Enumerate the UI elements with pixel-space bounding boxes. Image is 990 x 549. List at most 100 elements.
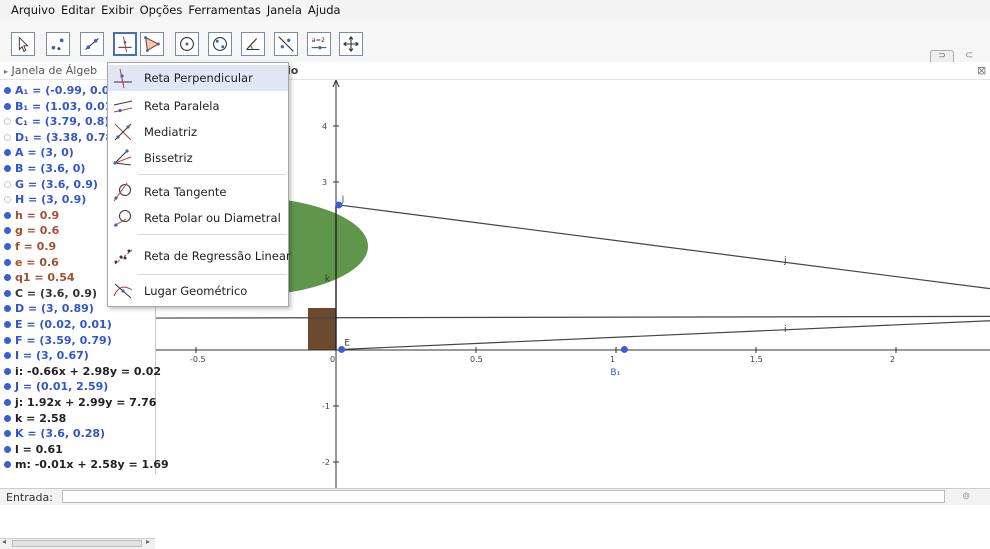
algebra-item-text: f = 0.9: [15, 240, 57, 253]
perpendicular-bisector-icon: [114, 123, 132, 141]
algebra-item[interactable]: k = 2.58: [0, 412, 155, 426]
x-tick-label: 0: [330, 355, 335, 364]
algebra-item[interactable]: l = 0.61: [0, 443, 155, 457]
visible-dot-icon[interactable]: [4, 383, 11, 391]
conic-tool-button[interactable]: [208, 32, 232, 56]
visible-dot-icon[interactable]: [4, 445, 11, 453]
algebra-item[interactable]: J = (0.01, 2.59): [0, 380, 155, 394]
menu-editar[interactable]: Editar: [58, 3, 98, 17]
visible-dot-icon[interactable]: [4, 149, 11, 157]
menu-item-polar-line[interactable]: Reta Polar ou Diametral: [108, 205, 288, 231]
algebra-item-text: F = (3.59, 0.79): [15, 333, 112, 347]
visible-dot-icon[interactable]: [4, 399, 11, 406]
line-tool-button[interactable]: [80, 32, 104, 56]
algebra-item-text: B = (3.6, 0): [15, 162, 86, 175]
close-view-icon[interactable]: ⊠: [977, 62, 986, 79]
reflect-tool-button[interactable]: [274, 32, 298, 56]
y-tick-label: 4: [322, 122, 327, 131]
menu-separator: [138, 174, 286, 175]
menu-item-label: Reta Paralela: [144, 99, 220, 113]
algebra-item[interactable]: j: 1.92x + 2.99y = 7.76: [0, 396, 156, 410]
point-label: B₁: [610, 368, 620, 378]
regression-line-icon: [114, 249, 133, 265]
menu-item-label: Mediatriz: [144, 125, 198, 139]
visible-dot-icon[interactable]: [4, 211, 11, 219]
perpendicular-line-tool-button[interactable]: [113, 32, 137, 56]
menu-janela[interactable]: Janela: [264, 3, 305, 17]
move-view-tool-button[interactable]: [339, 32, 363, 56]
visible-dot-icon[interactable]: [4, 165, 11, 172]
algebra-item[interactable]: i: -0.66x + 2.98y = 0.02: [0, 365, 161, 379]
menu-item-perpendicular-line[interactable]: Reta Perpendicular: [108, 65, 288, 91]
perpendicular-line-icon: [114, 68, 132, 89]
visible-dot-icon[interactable]: [4, 258, 11, 266]
angle-tool-button[interactable]: [241, 32, 265, 56]
menu-item-label: Reta Polar ou Diametral: [144, 211, 281, 225]
algebra-item[interactable]: E = (0.02, 0.01): [0, 318, 155, 332]
hidden-dot-icon[interactable]: [4, 196, 11, 204]
algebra-item-text: C = (3.6, 0.9): [15, 286, 97, 300]
algebra-item-text: B₁ = (1.03, 0.01: [15, 99, 113, 113]
menu-ferramentas[interactable]: Ferramentas: [185, 3, 263, 17]
visible-dot-icon[interactable]: [4, 102, 11, 110]
line-i[interactable]: [341, 320, 990, 351]
algebra-item[interactable]: K = (3.6, 0.28): [0, 427, 155, 441]
hidden-dot-icon[interactable]: [4, 133, 11, 141]
algebra-horizontal-scrollbar[interactable]: ◂ ▸: [0, 537, 155, 549]
input-field[interactable]: [62, 490, 945, 503]
redo-button[interactable]: ⊂: [965, 50, 973, 61]
x-tick-label: 2: [890, 355, 895, 364]
menu-item-locus[interactable]: Lugar Geométrico: [108, 277, 288, 304]
visible-dot-icon[interactable]: [4, 336, 11, 344]
move-tool-button[interactable]: [11, 32, 35, 56]
line-j[interactable]: [338, 204, 990, 290]
polygon-tool-button[interactable]: [140, 32, 164, 56]
slider-tool-button[interactable]: a=2: [307, 32, 331, 56]
line-m[interactable]: [156, 315, 990, 319]
visible-dot-icon[interactable]: [4, 289, 11, 297]
visible-dot-icon[interactable]: [4, 227, 11, 235]
visible-dot-icon[interactable]: [4, 461, 11, 469]
move-view-tool-icon: [343, 36, 359, 52]
visible-dot-icon[interactable]: [4, 352, 11, 360]
scroll-left-icon[interactable]: ◂: [2, 537, 6, 546]
menu-ajuda[interactable]: Ajuda: [305, 3, 344, 17]
visible-dot-icon[interactable]: [4, 414, 11, 422]
visible-dot-icon[interactable]: [4, 305, 11, 313]
parallel-line-icon: [113, 100, 133, 113]
visible-dot-icon[interactable]: [4, 274, 11, 282]
scroll-right-icon[interactable]: ▸: [146, 537, 150, 546]
x-tick-label: 1.5: [750, 355, 763, 364]
tree-trunk: [308, 308, 336, 350]
menu-item-angle-bisector[interactable]: Bissetriz: [108, 145, 288, 171]
menu-item-regression-line[interactable]: Reta de Regressão Linear: [108, 241, 291, 271]
menu-item-tangent-line[interactable]: Reta Tangente: [108, 179, 288, 205]
visible-dot-icon[interactable]: [4, 321, 11, 328]
point-b1[interactable]: [620, 345, 628, 353]
input-help-icon[interactable]: ⊚: [962, 491, 970, 502]
algebra-view-title: Janela de Álgeb: [11, 64, 98, 77]
menu-arquivo[interactable]: Arquivo: [0, 3, 58, 17]
menu-item-parallel-line[interactable]: Reta Paralela: [108, 93, 288, 119]
algebra-item[interactable]: F = (3.59, 0.79): [0, 334, 155, 348]
menu-opcoes[interactable]: Opções: [137, 3, 186, 17]
hidden-dot-icon[interactable]: [4, 118, 11, 126]
algebra-item-text: e = 0.6: [15, 255, 59, 269]
circle-tool-button[interactable]: [175, 32, 199, 56]
algebra-item-text: l = 0.61: [15, 442, 63, 456]
menu-item-perpendicular-bisector[interactable]: Mediatriz: [108, 119, 288, 145]
visible-dot-icon[interactable]: [4, 430, 11, 438]
menu-exibir[interactable]: Exibir: [98, 3, 137, 17]
algebra-item-text: D = (3, 0.89): [15, 302, 94, 316]
point-tool-button[interactable]: [46, 32, 70, 56]
conic-tool-icon: [213, 37, 227, 51]
visible-dot-icon[interactable]: [4, 367, 11, 375]
algebra-item[interactable]: m: -0.01x + 2.58y = 1.69: [0, 458, 169, 472]
scrollbar-thumb[interactable]: [12, 540, 142, 547]
visible-dot-icon[interactable]: [4, 243, 11, 250]
algebra-item[interactable]: I = (3, 0.67): [0, 349, 155, 363]
point-label: J: [341, 195, 345, 205]
slider-tool-icon: a=2: [312, 36, 327, 50]
visible-dot-icon[interactable]: [4, 87, 11, 94]
hidden-dot-icon[interactable]: [4, 180, 11, 188]
